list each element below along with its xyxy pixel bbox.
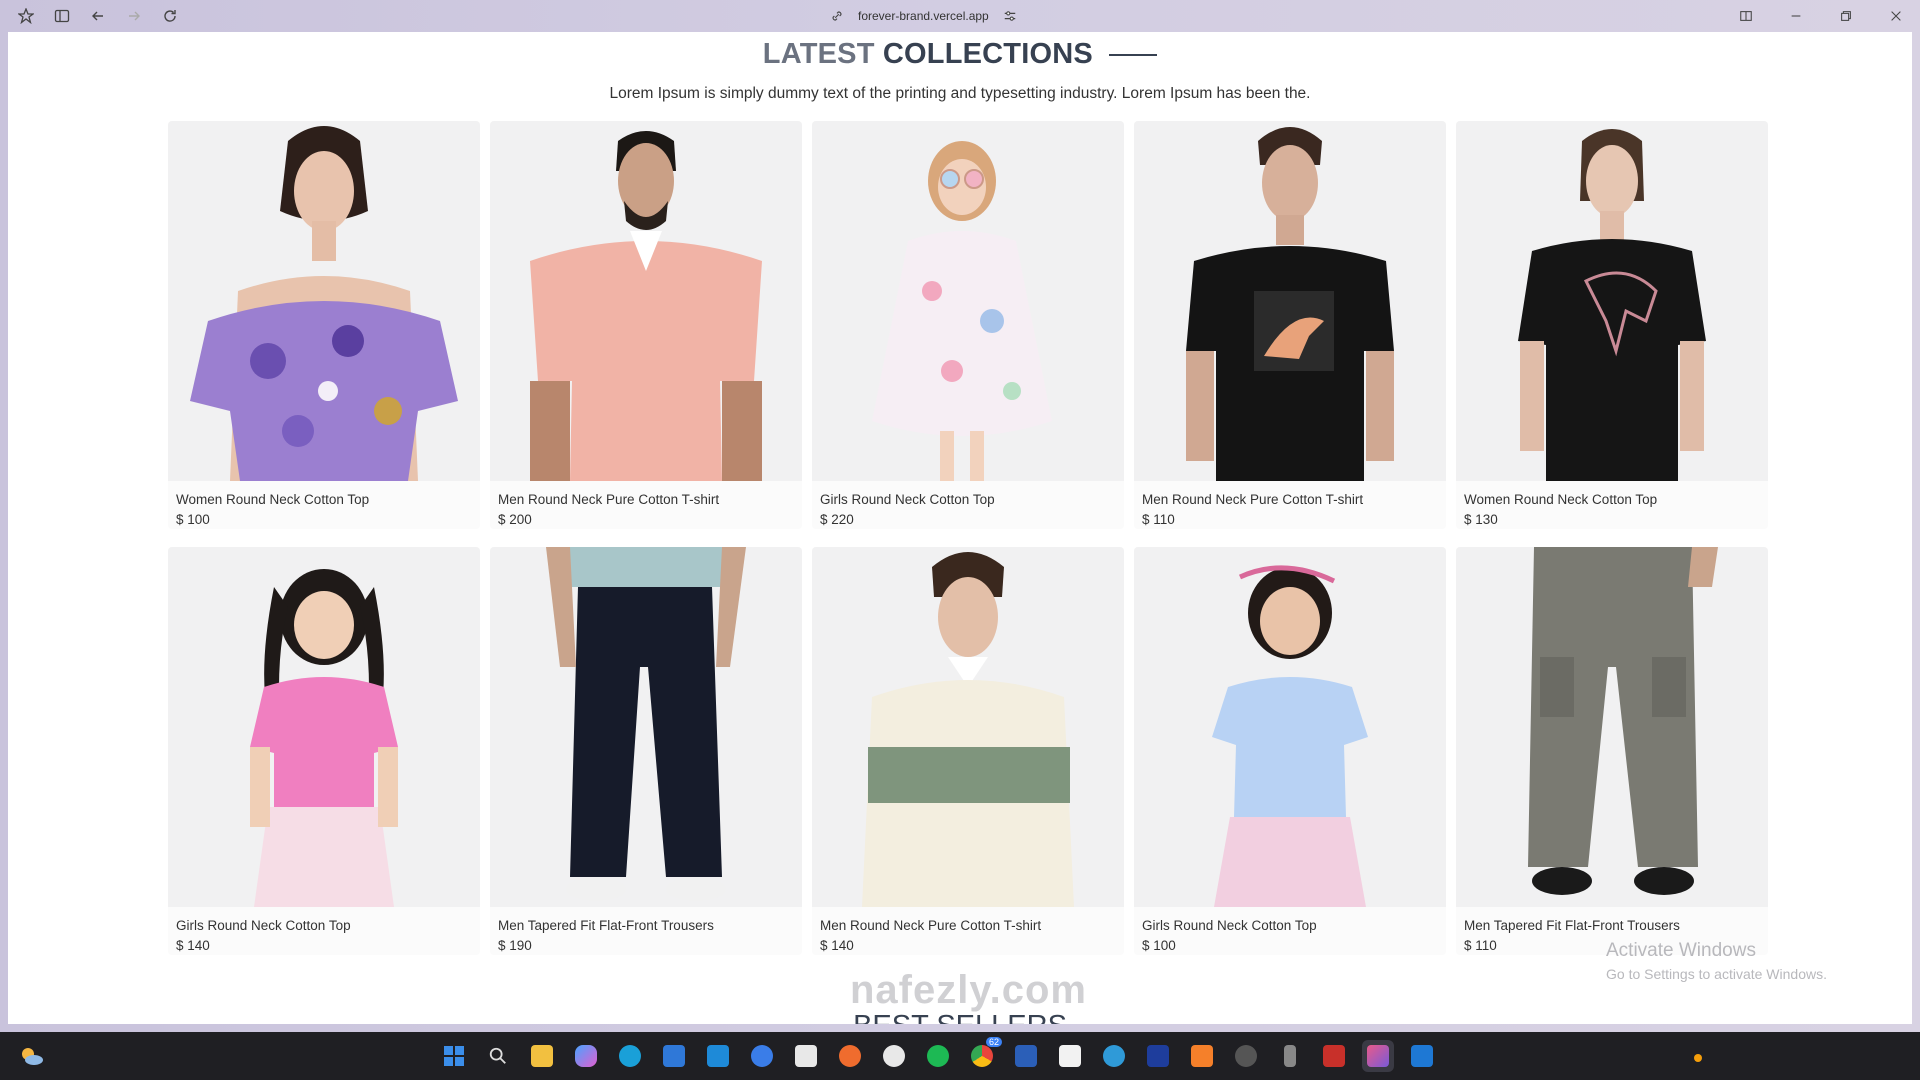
active-browser-icon[interactable] <box>1362 1040 1394 1072</box>
copilot-icon[interactable] <box>570 1040 602 1072</box>
product-image[interactable] <box>1456 547 1768 907</box>
product-name[interactable]: Men Tapered Fit Flat-Front Trousers <box>490 907 802 935</box>
app-icon[interactable] <box>746 1040 778 1072</box>
product-grid: Women Round Neck Cotton Top $ 100 Men Ro… <box>168 121 1768 955</box>
spotify-icon[interactable] <box>922 1040 954 1072</box>
product-image[interactable] <box>812 121 1124 481</box>
product-name[interactable]: Girls Round Neck Cotton Top <box>1134 907 1446 935</box>
product-image[interactable] <box>168 121 480 481</box>
product-image[interactable] <box>1456 121 1768 481</box>
product-image[interactable] <box>490 121 802 481</box>
notification-badge: 62 <box>985 1037 1002 1047</box>
product-name[interactable]: Men Round Neck Pure Cotton T-shirt <box>490 481 802 509</box>
activate-windows-watermark: Activate Windows Go to Settings to activ… <box>1606 940 1827 982</box>
forward-arrow-icon[interactable] <box>122 6 146 26</box>
taskbar: 62 <box>0 1032 1920 1080</box>
product-name[interactable]: Men Tapered Fit Flat-Front Trousers <box>1456 907 1768 935</box>
browser-titlebar: forever-brand.vercel.app <box>0 0 1920 32</box>
product-card[interactable]: Men Round Neck Pure Cotton T-shirt $ 110 <box>1134 121 1446 529</box>
product-card[interactable]: Men Tapered Fit Flat-Front Trousers $ 19… <box>490 547 802 955</box>
settings-icon[interactable] <box>1230 1040 1262 1072</box>
browser-menu-icon[interactable] <box>14 6 38 26</box>
edge-icon[interactable] <box>614 1040 646 1072</box>
product-price: $ 100 <box>1142 938 1176 953</box>
filezilla-icon[interactable] <box>1318 1040 1350 1072</box>
section-title-part2: COLLECTIONS <box>882 38 1093 70</box>
postman-icon[interactable] <box>834 1040 866 1072</box>
store-icon[interactable] <box>658 1040 690 1072</box>
product-name[interactable]: Men Round Neck Pure Cotton T-shirt <box>1134 481 1446 509</box>
product-card[interactable]: Men Round Neck Pure Cotton T-shirt $ 200 <box>490 121 802 529</box>
search-icon[interactable] <box>482 1040 514 1072</box>
url-text[interactable]: forever-brand.vercel.app <box>858 9 989 23</box>
xampp-icon[interactable] <box>1186 1040 1218 1072</box>
product-price: $ 190 <box>498 938 532 953</box>
address-bar[interactable]: forever-brand.vercel.app <box>830 6 1017 26</box>
slack-icon[interactable] <box>790 1040 822 1072</box>
site-watermark: nafezly.com <box>850 968 1087 1012</box>
product-price: $ 140 <box>176 938 210 953</box>
start-icon[interactable] <box>438 1040 470 1072</box>
github-icon[interactable] <box>878 1040 910 1072</box>
page-viewport: LATEST COLLECTIONS Lorem Ipsum is simply… <box>8 32 1912 1024</box>
product-price: $ 110 <box>1142 512 1175 527</box>
activate-windows-text: Activate Windows <box>1606 940 1756 961</box>
product-price: $ 130 <box>1464 512 1498 527</box>
product-image[interactable] <box>168 547 480 907</box>
product-image[interactable] <box>490 547 802 907</box>
minimize-icon[interactable] <box>1784 6 1808 26</box>
product-name[interactable]: Girls Round Neck Cotton Top <box>812 481 1124 509</box>
weather-icon[interactable] <box>18 1042 46 1070</box>
product-card[interactable]: Women Round Neck Cotton Top $ 100 <box>168 121 480 529</box>
link-icon <box>832 11 842 21</box>
product-image[interactable] <box>1134 121 1446 481</box>
restore-icon[interactable] <box>1834 6 1858 26</box>
product-card[interactable]: Girls Round Neck Cotton Top $ 220 <box>812 121 1124 529</box>
notion-icon[interactable] <box>1054 1040 1086 1072</box>
lens-icon[interactable] <box>1142 1040 1174 1072</box>
product-price: $ 140 <box>820 938 854 953</box>
file-explorer-icon[interactable] <box>526 1040 558 1072</box>
back-arrow-icon[interactable] <box>86 6 110 26</box>
site-settings-icon[interactable] <box>1003 9 1017 23</box>
reload-icon[interactable] <box>158 6 182 26</box>
product-name[interactable]: Women Round Neck Cotton Top <box>168 481 480 509</box>
product-price: $ 220 <box>820 512 854 527</box>
product-name[interactable]: Men Round Neck Pure Cotton T-shirt <box>812 907 1124 935</box>
product-card[interactable]: Girls Round Neck Cotton Top $ 140 <box>168 547 480 955</box>
section-subtitle: Lorem Ipsum is simply dummy text of the … <box>609 85 1311 102</box>
activate-windows-subtext: Go to Settings to activate Windows. <box>1606 966 1827 982</box>
split-view-icon[interactable] <box>1734 6 1758 26</box>
word-icon[interactable] <box>1010 1040 1042 1072</box>
product-image[interactable] <box>812 547 1124 907</box>
product-card[interactable]: Men Tapered Fit Flat-Front Trousers $ 11… <box>1456 547 1768 955</box>
product-card[interactable]: Men Round Neck Pure Cotton T-shirt $ 140 <box>812 547 1124 955</box>
browser-icon[interactable] <box>1098 1040 1130 1072</box>
product-price: $ 100 <box>176 512 210 527</box>
outlook-icon[interactable] <box>1406 1040 1438 1072</box>
product-card[interactable]: Girls Round Neck Cotton Top $ 100 <box>1134 547 1446 955</box>
product-card[interactable]: Women Round Neck Cotton Top $ 130 <box>1456 121 1768 529</box>
phone-link-icon[interactable] <box>1274 1040 1306 1072</box>
close-icon[interactable] <box>1884 6 1908 26</box>
product-price: $ 200 <box>498 512 532 527</box>
tray-notification-dot[interactable] <box>1694 1054 1702 1062</box>
title-underline <box>1109 54 1158 57</box>
product-image[interactable] <box>1134 547 1446 907</box>
sidebar-toggle-icon[interactable] <box>50 6 74 26</box>
product-name[interactable]: Girls Round Neck Cotton Top <box>168 907 480 935</box>
section-title: LATEST COLLECTIONS <box>8 38 1912 71</box>
vscode-icon[interactable] <box>702 1040 734 1072</box>
product-name[interactable]: Women Round Neck Cotton Top <box>1456 481 1768 509</box>
section-title-part1: LATEST <box>762 38 875 70</box>
chrome-icon[interactable]: 62 <box>966 1037 1002 1072</box>
